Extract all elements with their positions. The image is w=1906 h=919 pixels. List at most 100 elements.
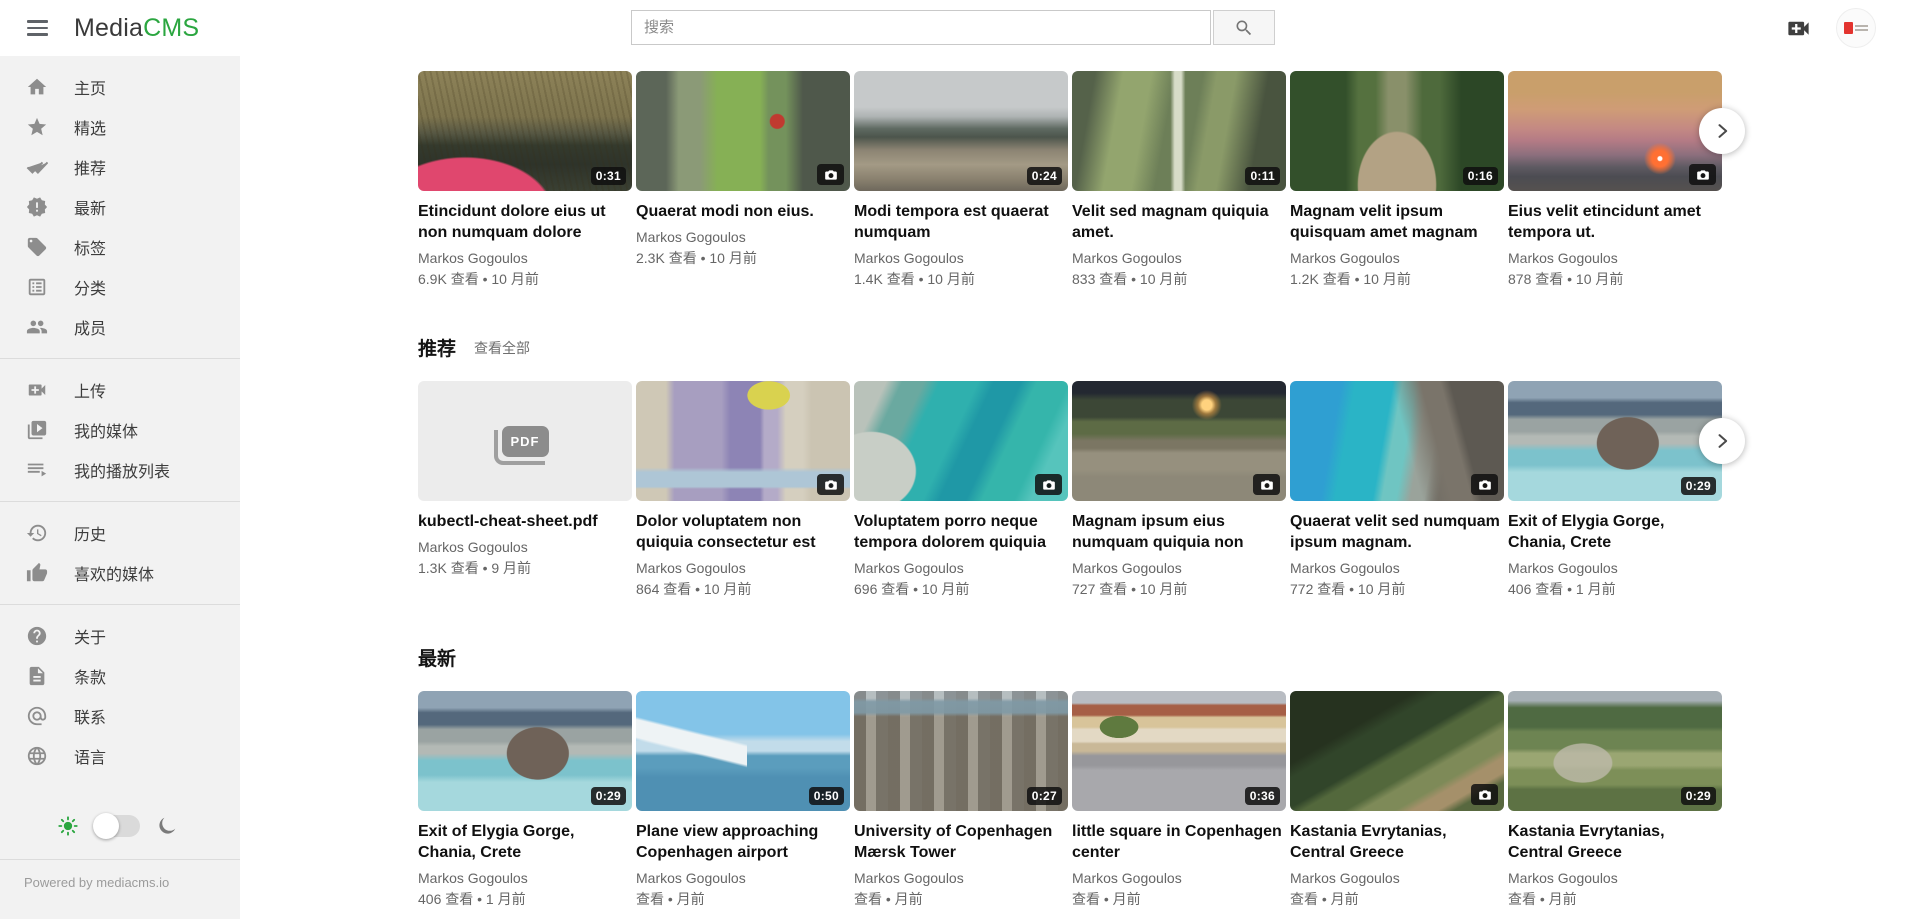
media-title[interactable]: Magnam velit ipsum quisquam amet magnam … xyxy=(1290,201,1504,243)
media-author[interactable]: Markos Gogoulos xyxy=(1290,870,1504,887)
media-title[interactable]: Quaerat velit sed numquam ipsum magnam. xyxy=(1290,511,1504,553)
search-button[interactable] xyxy=(1213,10,1275,45)
media-card[interactable]: Quaerat velit sed numquam ipsum magnam. M… xyxy=(1290,381,1504,598)
media-thumbnail[interactable]: PDF xyxy=(418,381,632,501)
media-title[interactable]: Plane view approaching Copenhagen airpor… xyxy=(636,821,850,863)
sidebar-item-featured[interactable]: 精选 xyxy=(0,107,240,147)
media-thumbnail[interactable]: 0:27 xyxy=(854,691,1068,811)
media-title[interactable]: Exit of Elygia Gorge, Chania, Crete xyxy=(1508,511,1722,553)
sidebar-item-categories[interactable]: 分类 xyxy=(0,267,240,307)
app-logo[interactable]: MediaCMS xyxy=(74,14,199,43)
media-card[interactable]: Magnam ipsum eius numquam quiquia non ad… xyxy=(1072,381,1286,598)
upload-media-button[interactable] xyxy=(1785,15,1812,42)
media-thumbnail[interactable] xyxy=(1290,691,1504,811)
media-card[interactable]: Dolor voluptatem non quiquia consectetur… xyxy=(636,381,850,598)
media-title[interactable]: Kastania Evrytanias, Central Greece xyxy=(1290,821,1504,863)
media-card[interactable]: 0:29 Exit of Elygia Gorge, Chania, Crete M… xyxy=(1508,381,1722,598)
media-author[interactable]: Markos Gogoulos xyxy=(418,539,632,556)
media-author[interactable]: Markos Gogoulos xyxy=(418,870,632,887)
media-card[interactable]: 0:29 Kastania Evrytanias, Central Greece M… xyxy=(1508,691,1722,908)
media-author[interactable]: Markos Gogoulos xyxy=(1072,250,1286,267)
media-thumbnail[interactable]: 0:29 xyxy=(1508,381,1722,501)
media-card[interactable]: Voluptatem porro neque tempora dolorem q… xyxy=(854,381,1068,598)
media-author[interactable]: Markos Gogoulos xyxy=(854,870,1068,887)
media-title[interactable]: Dolor voluptatem non quiquia consectetur… xyxy=(636,511,850,553)
media-thumbnail[interactable] xyxy=(636,381,850,501)
media-card[interactable]: Quaerat modi non eius.Markos Gogoulos2.3… xyxy=(636,71,850,267)
media-meta: 696 查看 • 10 月前 xyxy=(854,580,1068,598)
media-card[interactable]: 0:27 University of Copenhagen Mærsk Tower… xyxy=(854,691,1068,908)
media-card[interactable]: Kastania Evrytanias, Central Greece Marko… xyxy=(1290,691,1504,908)
media-thumbnail[interactable] xyxy=(1072,381,1286,501)
media-title[interactable]: kubectl-cheat-sheet.pdf xyxy=(418,511,632,532)
media-author[interactable]: Markos Gogoulos xyxy=(1072,560,1286,577)
user-avatar[interactable] xyxy=(1836,8,1876,48)
media-author[interactable]: Markos Gogoulos xyxy=(418,250,632,267)
media-card[interactable]: Eius velit etincidunt amet tempora ut. Ma… xyxy=(1508,71,1722,288)
media-card[interactable]: 0:31 Etincidunt dolore eius ut non numqua… xyxy=(418,71,632,288)
media-author[interactable]: Markos Gogoulos xyxy=(854,560,1068,577)
sidebar-item-my-playlists[interactable]: 我的播放列表 xyxy=(0,450,240,490)
media-author[interactable]: Markos Gogoulos xyxy=(1508,870,1722,887)
media-thumbnail[interactable]: 0:50 xyxy=(636,691,850,811)
media-title[interactable]: Etincidunt dolore eius ut non numquam do… xyxy=(418,201,632,243)
sidebar-item-liked-media[interactable]: 喜欢的媒体 xyxy=(0,553,240,593)
media-author[interactable]: Markos Gogoulos xyxy=(1508,560,1722,577)
media-thumbnail[interactable] xyxy=(854,381,1068,501)
media-card[interactable]: 0:16 Magnam velit ipsum quisquam amet mag… xyxy=(1290,71,1504,288)
sidebar-item-recommended[interactable]: 推荐 xyxy=(0,147,240,187)
media-author[interactable]: Markos Gogoulos xyxy=(1290,560,1504,577)
sidebar-item-about[interactable]: 关于 xyxy=(0,616,240,656)
media-author[interactable]: Markos Gogoulos xyxy=(1072,870,1286,887)
media-thumbnail[interactable] xyxy=(636,71,850,191)
sidebar-item-terms[interactable]: 条款 xyxy=(0,656,240,696)
carousel-next-button[interactable] xyxy=(1699,418,1745,464)
menu-button[interactable] xyxy=(16,7,58,49)
media-thumbnail[interactable]: 0:31 xyxy=(418,71,632,191)
media-title[interactable]: Voluptatem porro neque tempora dolorem q… xyxy=(854,511,1068,553)
theme-switch[interactable] xyxy=(94,815,140,837)
media-card[interactable]: 0:29 Exit of Elygia Gorge, Chania, Crete M… xyxy=(418,691,632,908)
media-thumbnail[interactable]: 0:29 xyxy=(1508,691,1722,811)
media-card[interactable]: 0:36 little square in Copenhagen center Ma… xyxy=(1072,691,1286,908)
media-title[interactable]: Kastania Evrytanias, Central Greece xyxy=(1508,821,1722,863)
carousel-next-button[interactable] xyxy=(1699,108,1745,154)
media-author[interactable]: Markos Gogoulos xyxy=(1290,250,1504,267)
sidebar-item-tags[interactable]: 标签 xyxy=(0,227,240,267)
media-thumbnail[interactable]: 0:16 xyxy=(1290,71,1504,191)
media-title[interactable]: Velit sed magnam quiquia amet. xyxy=(1072,201,1286,243)
media-card[interactable]: PDF kubectl-cheat-sheet.pdf Markos Gogoulo… xyxy=(418,381,632,577)
sidebar-item-latest[interactable]: 最新 xyxy=(0,187,240,227)
media-title[interactable]: Exit of Elygia Gorge, Chania, Crete xyxy=(418,821,632,863)
sidebar-item-contact[interactable]: 联系 xyxy=(0,696,240,736)
media-card[interactable]: 0:24 Modi tempora est quaerat numquam Mark… xyxy=(854,71,1068,288)
media-card[interactable]: 0:11 Velit sed magnam quiquia amet. Markos… xyxy=(1072,71,1286,288)
media-thumbnail[interactable]: 0:29 xyxy=(418,691,632,811)
sidebar-item-members[interactable]: 成员 xyxy=(0,307,240,347)
media-author[interactable]: Markos Gogoulos xyxy=(636,229,850,246)
media-title[interactable]: little square in Copenhagen center xyxy=(1072,821,1286,863)
media-title[interactable]: Magnam ipsum eius numquam quiquia non ad… xyxy=(1072,511,1286,553)
media-thumbnail[interactable]: 0:24 xyxy=(854,71,1068,191)
sidebar-item-language[interactable]: 语言 xyxy=(0,736,240,776)
sidebar-item-upload[interactable]: 上传 xyxy=(0,370,240,410)
media-thumbnail[interactable]: 0:36 xyxy=(1072,691,1286,811)
search-input[interactable] xyxy=(631,10,1211,45)
media-thumbnail[interactable]: 0:11 xyxy=(1072,71,1286,191)
media-meta: 查看 • 月前 xyxy=(1508,890,1722,908)
media-title[interactable]: Modi tempora est quaerat numquam xyxy=(854,201,1068,243)
media-title[interactable]: Eius velit etincidunt amet tempora ut. xyxy=(1508,201,1722,243)
media-title[interactable]: University of Copenhagen Mærsk Tower xyxy=(854,821,1068,863)
media-author[interactable]: Markos Gogoulos xyxy=(636,560,850,577)
media-author[interactable]: Markos Gogoulos xyxy=(854,250,1068,267)
media-thumbnail[interactable] xyxy=(1290,381,1504,501)
media-thumbnail[interactable] xyxy=(1508,71,1722,191)
media-author[interactable]: Markos Gogoulos xyxy=(636,870,850,887)
view-all-link[interactable]: 查看全部 xyxy=(474,338,530,358)
sidebar-item-my-media[interactable]: 我的媒体 xyxy=(0,410,240,450)
sidebar-item-home[interactable]: 主页 xyxy=(0,67,240,107)
media-author[interactable]: Markos Gogoulos xyxy=(1508,250,1722,267)
sidebar-item-history[interactable]: 历史 xyxy=(0,513,240,553)
media-card[interactable]: 0:50 Plane view approaching Copenhagen ai… xyxy=(636,691,850,908)
media-title[interactable]: Quaerat modi non eius. xyxy=(636,201,850,222)
